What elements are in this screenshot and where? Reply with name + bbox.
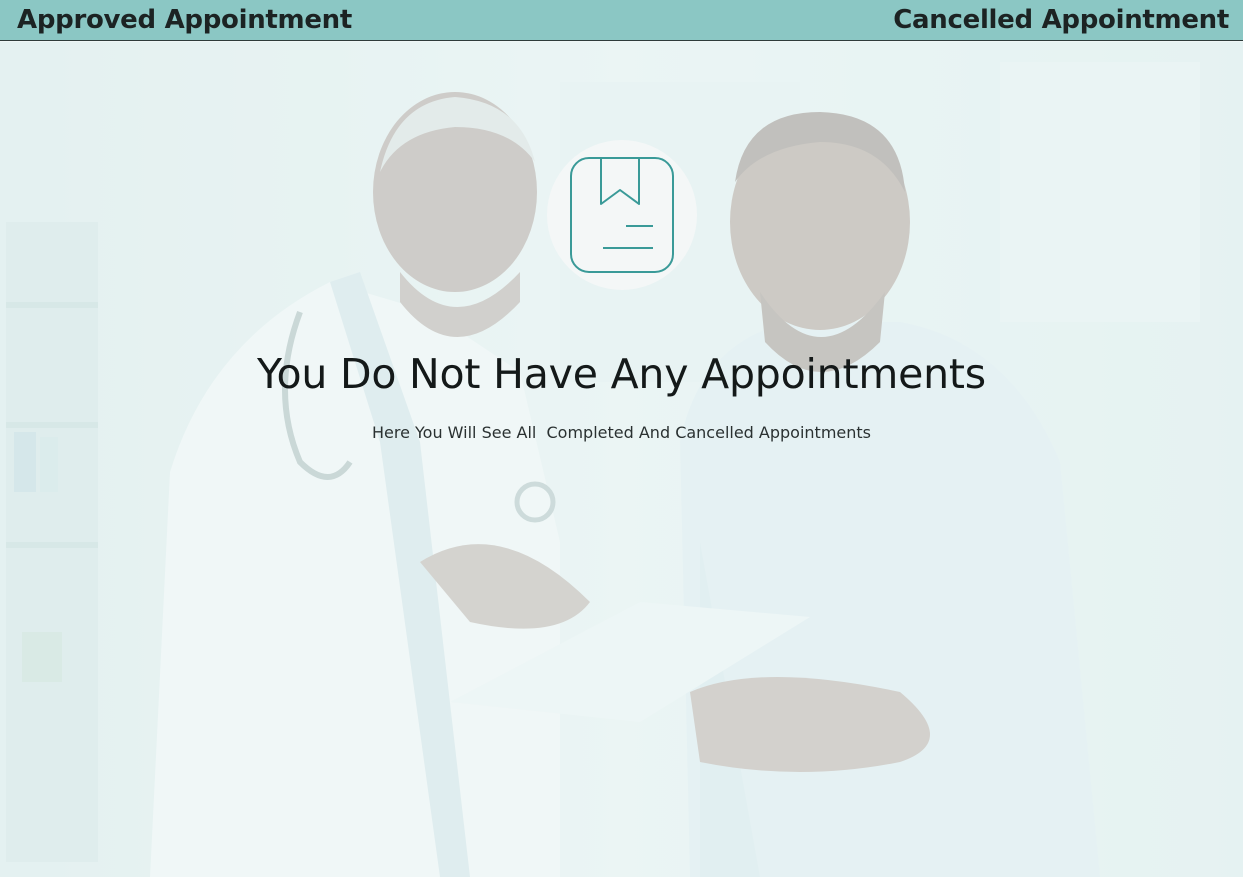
appointment-tab-bar: Approved Appointment Cancelled Appointme…	[0, 0, 1243, 41]
empty-state-title: You Do Not Have Any Appointments	[257, 350, 986, 398]
empty-state-subtitle: Here You Will See All Completed And Canc…	[371, 423, 872, 442]
empty-state-icon-circle	[547, 140, 697, 290]
bookmark-document-icon	[570, 157, 674, 273]
tab-cancelled-appointment[interactable]: Cancelled Appointment	[893, 5, 1229, 35]
appointments-page: Approved Appointment Cancelled Appointme…	[0, 0, 1243, 877]
tab-approved-appointment[interactable]: Approved Appointment	[17, 5, 352, 35]
empty-appointments-state: You Do Not Have Any Appointments Here Yo…	[0, 42, 1243, 877]
